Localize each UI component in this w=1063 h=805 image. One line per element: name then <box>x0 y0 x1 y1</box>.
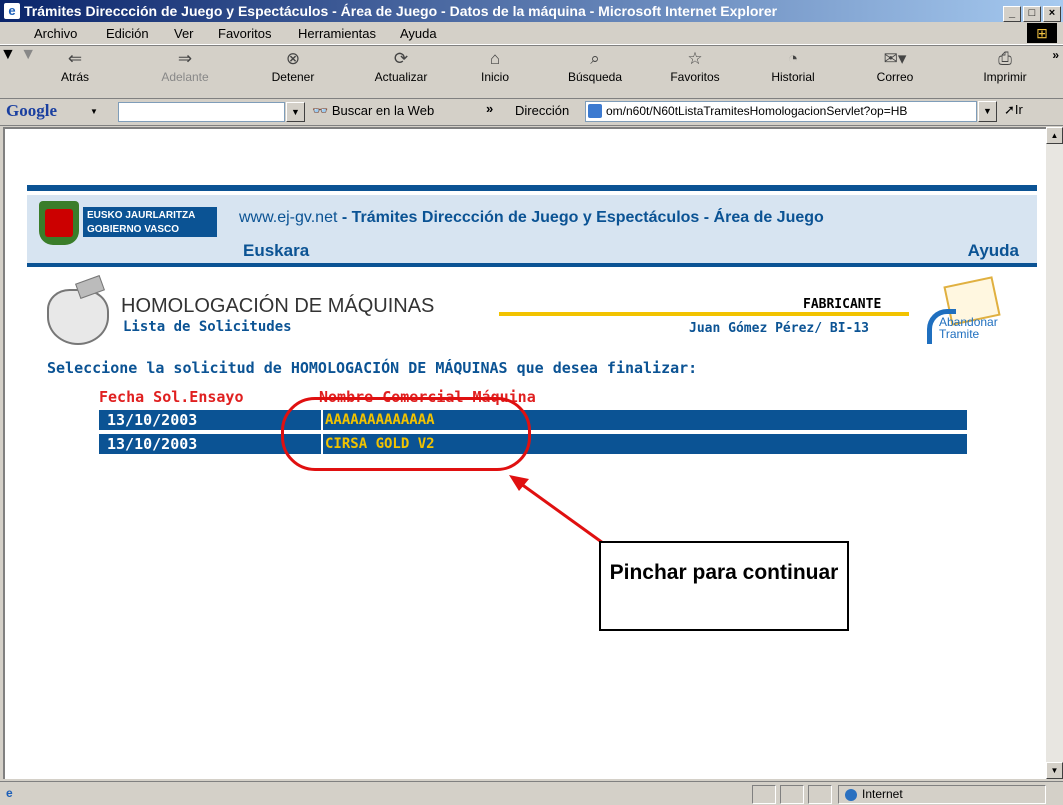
close-button[interactable]: × <box>1043 6 1061 22</box>
home-icon: ⌂ <box>489 49 501 68</box>
status-bar: e Internet <box>0 781 1063 805</box>
menu-favoritos[interactable]: Favoritos <box>218 26 271 41</box>
refresh-icon: ⟳ <box>393 49 409 68</box>
security-zone: Internet <box>838 785 1046 804</box>
toolbar-overflow-icon[interactable]: » <box>1052 48 1059 62</box>
search-label: Búsqueda <box>567 70 623 84</box>
print-icon: ⎙ <box>998 49 1012 68</box>
page-content: EUSKO JAURLARITZA GOBIERNO VASCO www.ej-… <box>3 127 1047 779</box>
status-pane <box>780 785 804 804</box>
zone-label: Internet <box>862 787 903 801</box>
google-brand[interactable]: Google <box>6 101 57 121</box>
go-button[interactable]: ➚Ir <box>1004 102 1023 118</box>
buscar-web-button[interactable]: 👓 Buscar en la Web <box>312 103 434 119</box>
toolbar: ⇐ Atrás ▼ ⇒ Adelante ▼ ⊗ Detener ⟳ Actualiza… <box>0 45 1063 99</box>
menu-ayuda[interactable]: Ayuda <box>400 26 437 41</box>
history-label: Historial <box>771 70 815 84</box>
binoculars-icon: 👓 <box>312 103 329 118</box>
window-title-bar[interactable]: e Trámites Direccción de Juego y Espectá… <box>0 0 1063 22</box>
scroll-up-button[interactable]: ▲ <box>1046 127 1063 144</box>
windows-flag-icon: ⊞ <box>1027 23 1057 43</box>
address-bar-row: Google ▼ ▼ 👓 Buscar en la Web » Direcció… <box>0 98 1063 126</box>
history-icon: ◔ <box>787 49 799 68</box>
home-label: Inicio <box>480 70 509 84</box>
status-pane <box>752 785 776 804</box>
home-button[interactable]: ⌂ Inicio <box>460 48 530 84</box>
print-button[interactable]: ⎙ Imprimir <box>970 48 1040 84</box>
history-button[interactable]: ◔ Historial <box>758 48 828 84</box>
back-arrow-icon: ⇐ <box>67 49 83 68</box>
scroll-down-button[interactable]: ▼ <box>1046 762 1063 779</box>
forward-button[interactable]: ⇒ Adelante <box>150 48 220 84</box>
menu-archivo[interactable]: Archivo <box>34 26 77 41</box>
address-label: Dirección <box>515 103 570 118</box>
stop-icon: ⊗ <box>285 49 301 68</box>
status-pane <box>808 785 832 804</box>
stop-button[interactable]: ⊗ Detener <box>258 48 328 84</box>
refresh-button[interactable]: ⟳ Actualizar <box>366 48 436 84</box>
mail-icon: ✉▾ <box>883 49 907 68</box>
google-search-input[interactable] <box>118 102 285 122</box>
google-dropdown-icon[interactable]: ▼ <box>90 107 98 116</box>
menu-herramientas[interactable]: Herramientas <box>298 26 376 41</box>
print-label: Imprimir <box>983 70 1027 84</box>
forward-arrow-icon: ⇒ <box>177 49 193 68</box>
go-label: Ir <box>1014 102 1023 117</box>
back-dropdown-icon[interactable]: ▼ <box>0 46 16 63</box>
window-title: Trámites Direccción de Juego y Espectácu… <box>24 3 778 19</box>
mail-label: Correo <box>876 70 914 84</box>
favorites-button[interactable]: ☆ Favoritos <box>660 48 730 84</box>
mail-button[interactable]: ✉▾ Correo <box>860 48 930 84</box>
page-icon <box>588 104 602 118</box>
vertical-scrollbar[interactable]: ▲ ▼ <box>1046 127 1063 779</box>
google-bar-overflow-icon[interactable]: » <box>486 101 493 116</box>
back-button[interactable]: ⇐ Atrás <box>40 48 110 84</box>
forward-dropdown-icon[interactable]: ▼ <box>20 46 36 63</box>
buscar-web-label: Buscar en la Web <box>331 103 435 118</box>
refresh-label: Actualizar <box>374 70 428 84</box>
globe-icon <box>845 788 857 801</box>
favorites-label: Favoritos <box>670 70 720 84</box>
annotation-arrow-line <box>516 479 604 545</box>
page-status-icon: e <box>6 786 13 800</box>
stop-label: Detener <box>271 70 315 84</box>
search-button[interactable]: ⌕ Búsqueda <box>560 48 630 84</box>
instruction-callout: Pinchar para continuar <box>599 541 849 631</box>
menu-ver[interactable]: Ver <box>174 26 194 41</box>
address-url: om/n60t/N60tListaTramitesHomologacionSer… <box>606 104 908 118</box>
annotation-arrow <box>509 475 604 545</box>
address-dropdown[interactable]: ▼ <box>978 101 997 122</box>
favorites-icon: ☆ <box>687 49 703 68</box>
menu-edicion[interactable]: Edición <box>106 26 149 41</box>
forward-label: Adelante <box>161 70 209 84</box>
minimize-button[interactable]: _ <box>1003 6 1021 22</box>
menu-bar: Archivo Edición Ver Favoritos Herramient… <box>0 22 1063 45</box>
back-label: Atrás <box>60 70 89 84</box>
ie-logo-icon: e <box>4 3 20 19</box>
address-field[interactable]: om/n60t/N60tListaTramitesHomologacionSer… <box>585 101 977 122</box>
google-search-dropdown[interactable]: ▼ <box>286 102 305 122</box>
search-icon: ⌕ <box>590 49 600 68</box>
go-arrow-icon: ➚ <box>1004 102 1015 117</box>
maximize-button[interactable]: □ <box>1023 6 1041 22</box>
